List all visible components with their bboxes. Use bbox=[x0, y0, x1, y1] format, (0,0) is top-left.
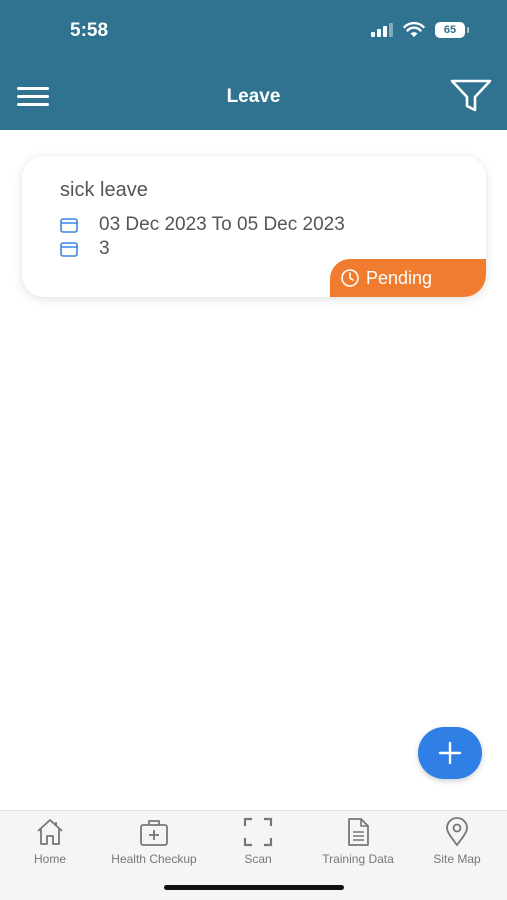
date-range: 03 Dec 2023 To 05 Dec 2023 bbox=[99, 214, 345, 235]
leave-days: 3 bbox=[99, 238, 110, 259]
battery-icon: 65 bbox=[435, 22, 469, 38]
days-row: 3 bbox=[60, 238, 110, 260]
date-range-row: 03 Dec 2023 To 05 Dec 2023 bbox=[60, 214, 345, 236]
clock-icon bbox=[341, 269, 359, 287]
nav-item-site-map[interactable]: Site Map bbox=[428, 811, 486, 871]
leave-card[interactable]: sick leave 03 Dec 2023 To 05 Dec 2023 3 … bbox=[22, 156, 486, 297]
nav-label: Home bbox=[33, 852, 66, 866]
scan-icon bbox=[243, 817, 273, 847]
medical-kit-icon bbox=[140, 820, 168, 846]
signal-icon bbox=[371, 23, 393, 37]
page-title: Leave bbox=[226, 86, 281, 107]
calendar-icon bbox=[60, 218, 78, 233]
leave-type: sick leave bbox=[60, 179, 148, 201]
add-leave-button[interactable] bbox=[418, 727, 482, 779]
status-badge: Pending bbox=[330, 259, 486, 297]
home-icon bbox=[37, 819, 63, 845]
filter-icon[interactable] bbox=[449, 78, 493, 114]
nav-label: Site Map bbox=[433, 852, 481, 866]
nav-item-home[interactable]: Home bbox=[26, 811, 74, 871]
calendar-icon bbox=[60, 242, 78, 257]
nav-label: Health Checkup bbox=[111, 852, 197, 866]
plus-icon bbox=[438, 741, 462, 765]
status-label: Pending bbox=[366, 267, 433, 288]
location-pin-icon bbox=[446, 817, 468, 847]
status-time: 5:58 bbox=[70, 20, 109, 41]
home-indicator bbox=[164, 885, 344, 890]
app-header: 5:58 65 Leave bbox=[0, 0, 507, 130]
nav-label: Scan bbox=[244, 852, 272, 866]
nav-item-training-data[interactable]: Training Data bbox=[313, 811, 403, 871]
wifi-icon bbox=[403, 22, 425, 37]
status-indicators: 65 bbox=[371, 22, 469, 38]
nav-item-health-checkup[interactable]: Health Checkup bbox=[102, 811, 206, 871]
nav-item-scan[interactable]: Scan bbox=[238, 811, 278, 871]
document-icon bbox=[348, 818, 369, 846]
nav-label: Training Data bbox=[322, 852, 394, 866]
